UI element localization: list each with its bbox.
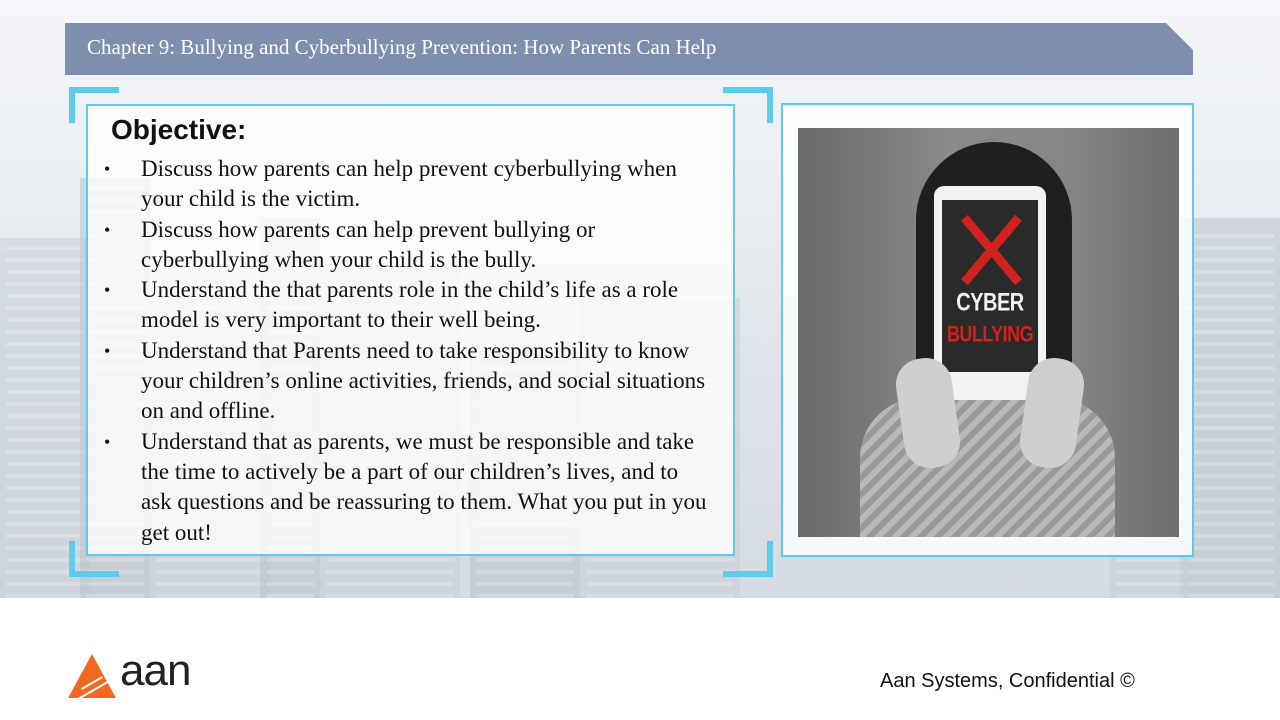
bullet-icon: •: [104, 340, 111, 361]
tablet-screen: CYBER BULLYING: [942, 200, 1038, 372]
list-item: • Discuss how parents can help prevent bu…: [104, 215, 714, 276]
bullet-text: Understand that Parents need to take res…: [141, 337, 706, 424]
tablet-text-cyber: CYBER: [956, 289, 1024, 317]
bracket-bottom-right: [723, 541, 773, 577]
bullet-text: Discuss how parents can help prevent bul…: [141, 216, 596, 272]
list-item: • Discuss how parents can help prevent cy…: [104, 154, 714, 215]
list-item: • Understand that as parents, we must be …: [104, 427, 714, 548]
title-bar: Chapter 9: Bullying and Cyberbullying Pr…: [65, 23, 1193, 75]
bullet-text: Understand that as parents, we must be r…: [141, 428, 707, 545]
bullet-icon: •: [104, 219, 111, 240]
list-item: • Understand that Parents need to take re…: [104, 336, 714, 427]
cyberbullying-photo: CYBER BULLYING: [798, 128, 1179, 537]
bullet-text: Discuss how parents can help prevent cyb…: [141, 156, 677, 212]
slide-title: Chapter 9: Bullying and Cyberbullying Pr…: [87, 35, 717, 59]
bullet-icon: •: [104, 280, 111, 301]
bullet-icon: •: [104, 159, 111, 179]
bullet-text: Understand the that parents role in the …: [141, 277, 679, 333]
bullet-icon: •: [104, 431, 111, 452]
tablet: CYBER BULLYING: [934, 186, 1046, 400]
list-item: • Understand the that parents role in the…: [104, 275, 714, 336]
tablet-text-bullying: BULLYING: [946, 321, 1034, 347]
objective-heading: Objective:: [111, 114, 247, 145]
objective-list: • Discuss how parents can help prevent cy…: [104, 154, 714, 548]
bracket-top-right: [723, 87, 773, 123]
logo-text: aan: [120, 646, 191, 695]
aan-logo: aan: [68, 646, 198, 701]
x-mark-icon: [956, 214, 1026, 286]
confidential-notice: Aan Systems, Confidential ©: [880, 670, 1135, 692]
